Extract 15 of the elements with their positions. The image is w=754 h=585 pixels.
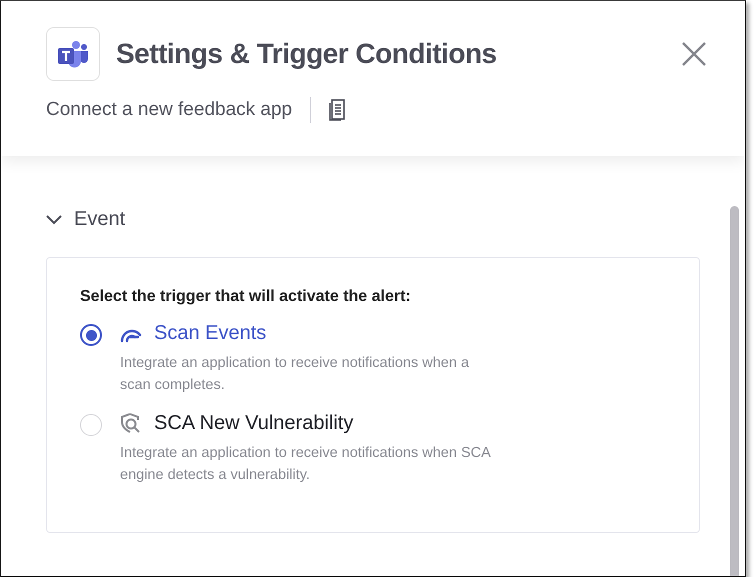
option-description: Integrate an application to receive notifications when SCA engine detects a vulnerability. (120, 444, 492, 485)
option-title: SCA New Vulnerability (154, 412, 354, 434)
option-title: Scan Events (154, 322, 266, 344)
shield-search-icon (120, 412, 142, 434)
trigger-prompt: Select the trigger that will activate the alert: (80, 288, 412, 306)
dialog-title: Settings & Trigger Conditions (116, 38, 498, 70)
document-icon[interactable] (329, 99, 346, 121)
close-button[interactable] (681, 41, 707, 67)
option-description: Integrate an application to receive notifications when a scan completes. (120, 354, 470, 395)
event-section-toggle[interactable]: Event (46, 208, 126, 231)
scrollbar[interactable] (730, 206, 739, 576)
app-logo-icon (46, 27, 100, 81)
radio-button[interactable] (80, 324, 102, 346)
dialog-subtitle: Connect a new feedback app (46, 99, 292, 121)
chevron-down-icon (46, 214, 62, 224)
